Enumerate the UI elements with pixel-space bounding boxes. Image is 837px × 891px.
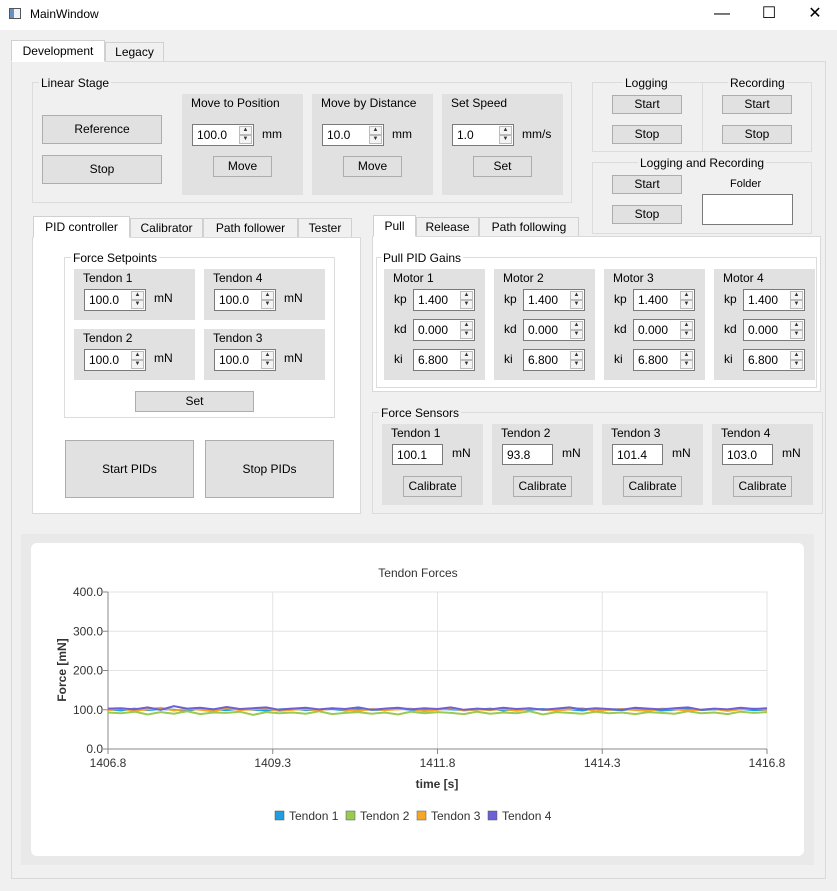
y-tick-label: 200.0 (73, 664, 103, 678)
x-tick-label: 1406.8 (90, 756, 127, 770)
x-tick-label: 1416.8 (749, 756, 786, 770)
tab-pid-controller[interactable]: PID controller (33, 216, 130, 238)
x-tick-label: 1411.8 (420, 756, 456, 770)
legend-label: Tendon 1 (289, 809, 339, 823)
tendon-forces-chart: Tendon Forces time [s] Force [mN] 1406.8… (55, 566, 786, 823)
y-tick-label: 100.0 (73, 703, 103, 717)
x-tick-label: 1414.3 (584, 756, 621, 770)
legend-swatch (345, 810, 356, 821)
tab-development[interactable]: Development (11, 40, 105, 62)
legend-label: Tendon 2 (360, 809, 410, 823)
chart-x-axis-label: time [s] (416, 777, 459, 791)
legend-label: Tendon 3 (431, 809, 481, 823)
y-tick-label: 400.0 (73, 585, 103, 599)
legend-swatch (487, 810, 498, 821)
y-tick-label: 0.0 (86, 742, 103, 756)
tab-pull[interactable]: Pull (373, 215, 416, 237)
legend-label: Tendon 4 (502, 809, 552, 823)
y-tick-label: 300.0 (73, 624, 103, 638)
legend-swatch (274, 810, 285, 821)
legend-swatch (416, 810, 427, 821)
chart-y-axis-label: Force [mN] (55, 638, 69, 701)
x-tick-label: 1409.3 (254, 756, 291, 770)
chart-title: Tendon Forces (378, 566, 457, 580)
